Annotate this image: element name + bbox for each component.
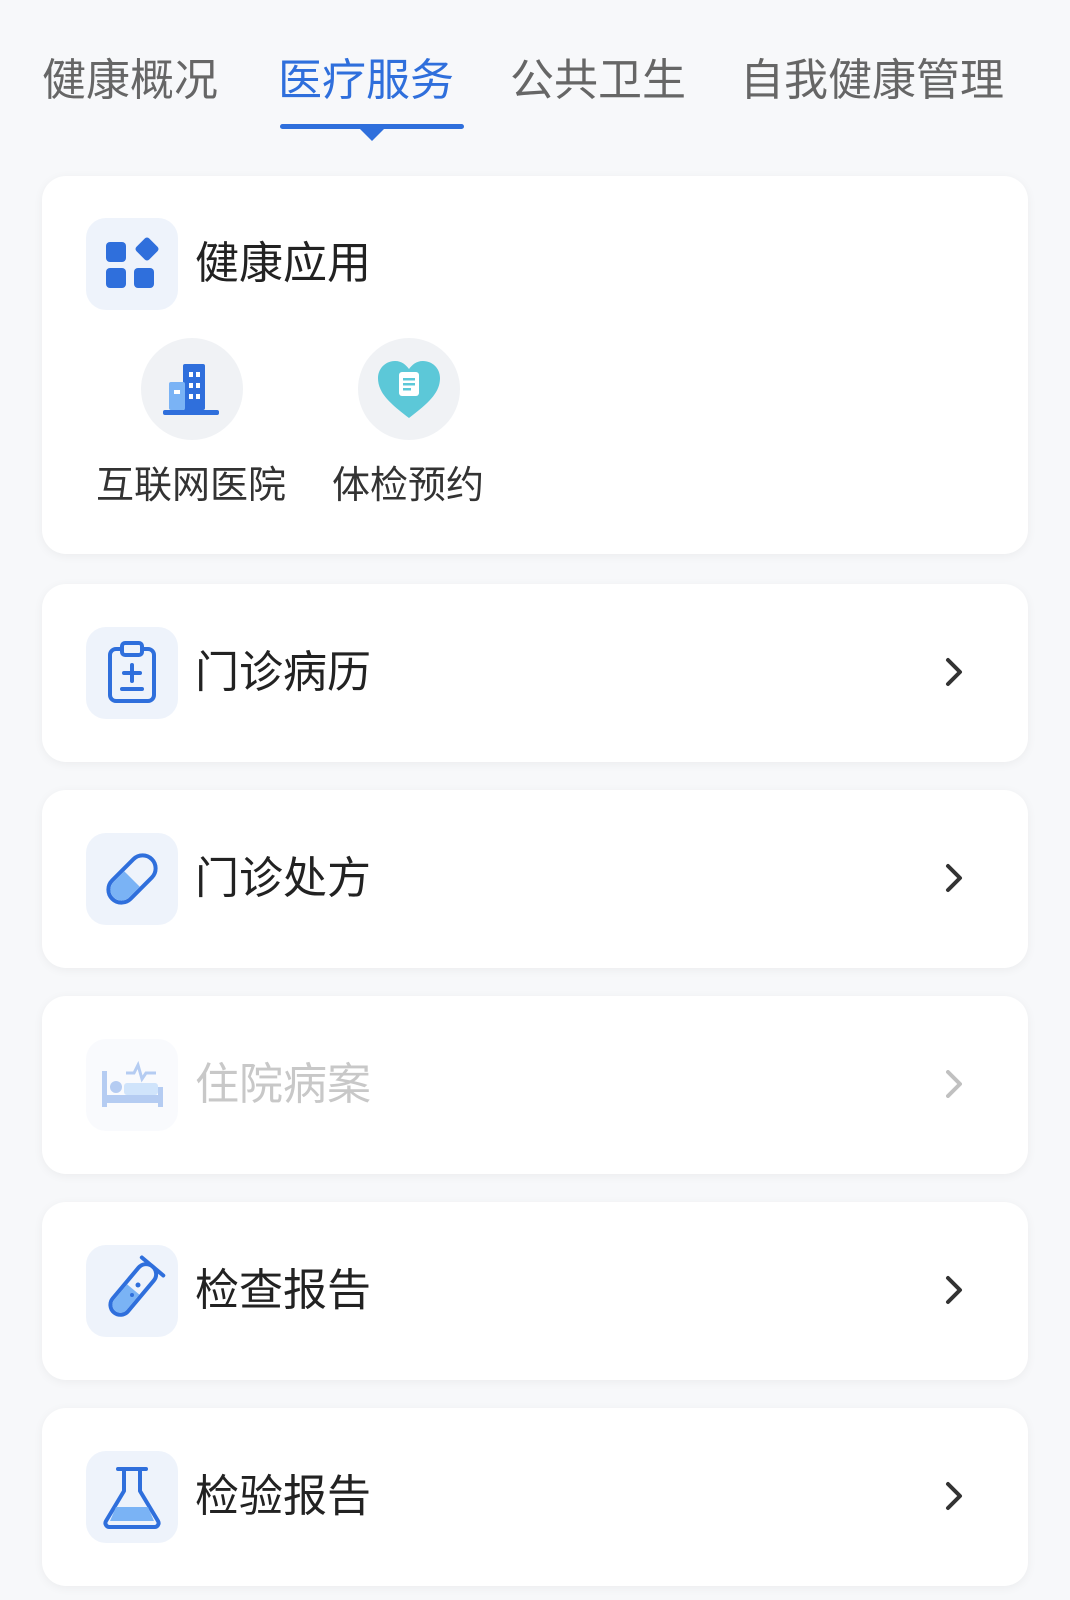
chevron-right-icon bbox=[934, 858, 974, 898]
row-outpatient-prescriptions[interactable]: 门诊处方 bbox=[42, 790, 1028, 968]
clipboard-icon bbox=[86, 627, 178, 719]
apps-section-title: 健康应用 bbox=[195, 238, 371, 289]
row-label: 门诊处方 bbox=[195, 853, 371, 904]
test-tube-icon bbox=[86, 1245, 178, 1337]
health-apps-card: 健康应用 互联网医院 体检预约 bbox=[42, 176, 1028, 554]
app-label: 互联网医院 bbox=[95, 463, 286, 507]
tab-bar: 健康概况 医疗服务 公共卫生 自我健康管理 bbox=[0, 0, 1070, 150]
row-label: 检查报告 bbox=[195, 1265, 371, 1316]
active-tab-caret bbox=[359, 128, 385, 141]
row-inpatient-records[interactable]: 住院病案 bbox=[42, 996, 1028, 1174]
chevron-right-icon bbox=[934, 1270, 974, 1310]
tab-health-overview[interactable]: 健康概况 bbox=[42, 50, 218, 112]
tab-public-health[interactable]: 公共卫生 bbox=[510, 50, 686, 112]
row-outpatient-records[interactable]: 门诊病历 bbox=[42, 584, 1028, 762]
tab-self-health-management[interactable]: 自我健康管理 bbox=[740, 50, 1004, 112]
apps-grid-icon bbox=[86, 218, 178, 310]
chevron-right-icon bbox=[934, 1064, 974, 1104]
heart-document-icon bbox=[358, 338, 460, 440]
app-label: 体检预约 bbox=[331, 463, 484, 507]
row-examination-reports[interactable]: 检查报告 bbox=[42, 1202, 1028, 1380]
hospital-building-icon bbox=[141, 338, 243, 440]
app-physical-exam-booking[interactable]: 体检预约 bbox=[303, 338, 513, 508]
tab-medical-service[interactable]: 医疗服务 bbox=[278, 50, 454, 112]
chevron-right-icon bbox=[934, 1476, 974, 1516]
chevron-right-icon bbox=[934, 652, 974, 692]
pill-icon bbox=[86, 833, 178, 925]
hospital-bed-icon bbox=[86, 1039, 178, 1131]
row-label: 检验报告 bbox=[195, 1471, 371, 1522]
app-internet-hospital[interactable]: 互联网医院 bbox=[86, 338, 296, 508]
flask-icon bbox=[86, 1451, 178, 1543]
row-label: 住院病案 bbox=[195, 1059, 371, 1110]
row-label: 门诊病历 bbox=[195, 647, 371, 698]
row-laboratory-reports[interactable]: 检验报告 bbox=[42, 1408, 1028, 1586]
